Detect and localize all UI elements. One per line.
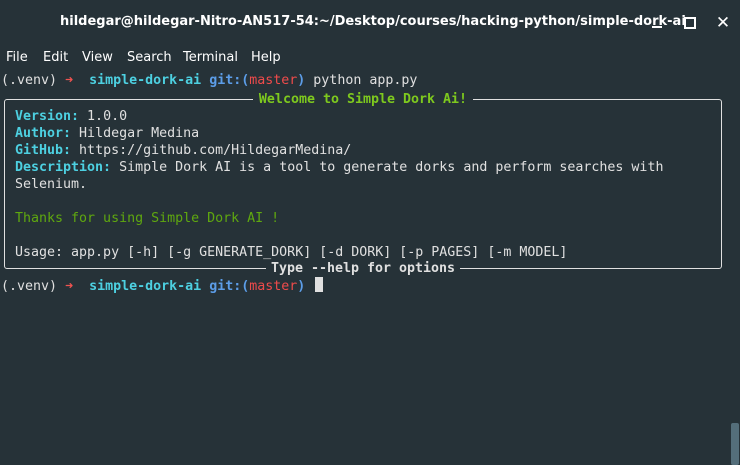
usage-line: Usage: app.py [-h] [-g GENERATE_DORK] [-… — [15, 245, 568, 260]
scrollbar-thumb[interactable] — [731, 423, 739, 465]
close-button[interactable]: ✕ — [711, 12, 735, 34]
git-label: git:( — [209, 73, 250, 88]
thanks-line: Thanks for using Simple Dork AI ! — [15, 211, 280, 226]
command-line: (.venv) ➜ simple-dork-ai git:(master) py… — [1, 72, 417, 89]
prompt-arrow-icon: ➜ — [65, 73, 74, 88]
github-value: https://github.com/HildegarMedina/ — [71, 143, 352, 158]
git-close: ) — [297, 279, 306, 294]
command-text: python app.py — [313, 73, 418, 88]
welcome-panel: Welcome to Simple Dork Ai! Version: 1.0.… — [4, 92, 722, 276]
author-key: Author: — [15, 126, 72, 141]
description-line-2: Selenium. — [15, 177, 88, 192]
menu-file[interactable]: File — [6, 50, 28, 65]
git-close: ) — [297, 73, 306, 88]
text-cursor — [315, 277, 324, 292]
git-branch: master — [249, 279, 298, 294]
menu-help[interactable]: Help — [251, 50, 281, 65]
minimize-button[interactable] — [645, 12, 669, 34]
menu-terminal[interactable]: Terminal — [183, 50, 238, 65]
terminal-window: hildegar@hildegar-Nitro-AN517-54:~/Deskt… — [0, 0, 740, 465]
menu-view[interactable]: View — [82, 50, 113, 65]
version-value: 1.0.0 — [79, 109, 128, 124]
menu-search[interactable]: Search — [127, 50, 172, 65]
maximize-button[interactable] — [677, 12, 701, 34]
window-title: hildegar@hildegar-Nitro-AN517-54:~/Deskt… — [60, 14, 686, 29]
git-label: git:( — [209, 279, 250, 294]
git-branch: master — [249, 73, 298, 88]
github-line: GitHub: https://github.com/HildegarMedin… — [15, 142, 351, 159]
title-bar[interactable]: hildegar@hildegar-Nitro-AN517-54:~/Deskt… — [0, 0, 740, 44]
menu-bar: File Edit View Search Terminal Help — [0, 48, 740, 70]
github-key: GitHub: — [15, 143, 72, 158]
panel-subtitle-text: Type --help for options — [265, 261, 461, 276]
scrollbar[interactable] — [728, 71, 740, 465]
prompt-directory: simple-dork-ai — [89, 279, 202, 294]
panel-subtitle: Type --help for options — [5, 260, 721, 277]
maximize-icon — [684, 17, 696, 29]
author-line: Author: Hildegar Medina — [15, 125, 199, 142]
description-key: Description: — [15, 160, 112, 175]
version-key: Version: — [15, 109, 80, 124]
terminal-output[interactable]: (.venv) ➜ simple-dork-ai git:(master) py… — [0, 71, 728, 465]
panel-title-text: Welcome to Simple Dork Ai! — [252, 92, 474, 107]
close-icon: ✕ — [715, 13, 731, 33]
author-value: Hildegar Medina — [71, 126, 200, 141]
minimize-icon — [652, 26, 662, 28]
prompt-line: (.venv) ➜ simple-dork-ai git:(master) — [1, 277, 324, 294]
menu-edit[interactable]: Edit — [43, 50, 68, 65]
description-value: Simple Dork AI is a tool to generate dor… — [111, 160, 664, 175]
venv-label: (.venv) — [1, 279, 58, 294]
panel-title: Welcome to Simple Dork Ai! — [5, 91, 721, 108]
version-line: Version: 1.0.0 — [15, 108, 127, 125]
venv-label: (.venv) — [1, 73, 58, 88]
prompt-arrow-icon: ➜ — [65, 279, 74, 294]
description-line: Description: Simple Dork AI is a tool to… — [15, 159, 663, 176]
prompt-directory: simple-dork-ai — [89, 73, 202, 88]
